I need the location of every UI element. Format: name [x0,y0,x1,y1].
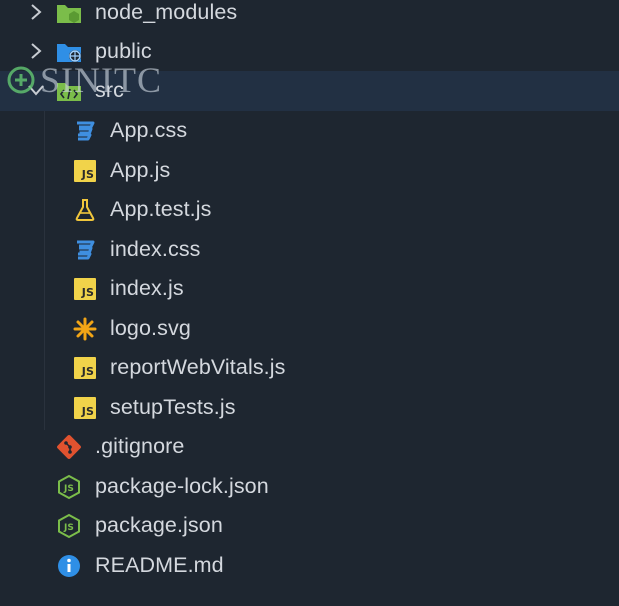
css-icon [72,237,98,263]
tree-item-label: src [95,78,124,102]
tree-item-public[interactable]: public [0,32,619,72]
js-icon: JS [72,158,98,184]
js-icon: JS [72,276,98,302]
tree-item-index-css[interactable]: index.css [0,230,619,270]
tree-item-app-test-js[interactable]: App.test.js [0,190,619,230]
js-badge: JS [74,357,96,379]
tree-item-label: App.js [110,157,171,182]
file-explorer: node_modules public src App.css JS App.j… [0,0,619,606]
tree-item-readme-md[interactable]: README.md [0,546,619,586]
js-icon: JS [72,395,98,421]
tree-item-label: node_modules [95,0,238,24]
tree-item-label: App.test.js [110,197,212,221]
tree-item-report-web-vitals-js[interactable]: JS reportWebVitals.js [0,348,619,388]
tree-item-label: logo.svg [110,315,191,340]
js-icon: JS [72,355,98,381]
tree-item-label: index.js [110,276,184,300]
chevron-right-icon[interactable] [27,2,45,22]
tree-item-package-json[interactable]: JS package.json [0,506,619,546]
src-folder-icon [56,78,82,104]
tree-item-setup-tests-js[interactable]: JS setupTests.js [0,388,619,428]
js-badge: JS [74,396,96,419]
tree-item-app-css[interactable]: App.css [0,111,619,151]
tree-item-logo-svg[interactable]: logo.svg [0,309,619,349]
tree-item-label: index.css [110,236,201,261]
tree-item-label: reportWebVitals.js [110,355,286,379]
tree-item-label: public [95,39,152,63]
js-badge: JS [74,278,96,300]
svg-text:JS: JS [63,484,74,494]
js-badge: JS [74,159,96,182]
css-icon [72,118,98,144]
tree-item-label: setupTests.js [110,394,236,419]
nodejs-icon: JS [56,474,82,500]
chevron-right-icon[interactable] [27,41,45,61]
tree-item-node-modules[interactable]: node_modules [0,0,619,33]
tree-item-src[interactable]: src [0,71,619,111]
asterisk-icon [72,316,98,342]
tree-item-app-js[interactable]: JS App.js [0,151,619,191]
chevron-down-icon[interactable] [27,80,45,100]
tree-item-label: package.json [95,513,223,537]
tree-item-index-js[interactable]: JS index.js [0,269,619,309]
tree-item-label: .gitignore [95,434,185,458]
tree-item-package-lock-json[interactable]: JS package-lock.json [0,467,619,507]
svg-text:JS: JS [63,523,74,533]
flask-icon [72,197,98,223]
globe-folder-icon [56,39,82,65]
tree-item-label: README.md [95,552,224,577]
tree-item-gitignore[interactable]: .gitignore [0,427,619,467]
node-folder-icon [56,0,82,26]
tree-item-label: package-lock.json [95,473,269,498]
nodejs-icon: JS [56,513,82,539]
info-icon [56,553,82,579]
tree-item-label: App.css [110,118,188,142]
git-icon [56,434,82,460]
